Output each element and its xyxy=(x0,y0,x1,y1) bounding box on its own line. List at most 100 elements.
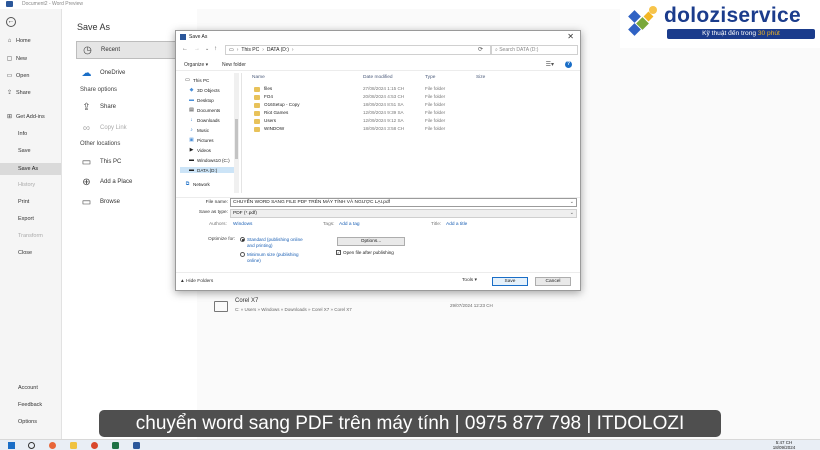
tags-input[interactable]: Add a tag xyxy=(339,222,360,227)
folder-icon xyxy=(254,127,260,132)
chevron-down-icon[interactable]: ⌄ xyxy=(205,46,209,52)
tree-scrollbar[interactable] xyxy=(234,73,239,193)
save-button[interactable]: Save xyxy=(492,277,528,286)
tree-item-network[interactable]: ⧉ Network xyxy=(184,181,210,187)
nav-open[interactable]: ▭ Open xyxy=(6,72,30,80)
new-document-icon: ▢ xyxy=(6,56,13,62)
taskbar-clock[interactable]: 5:47 CH 18/09/2024 xyxy=(764,440,804,450)
close-icon[interactable]: ✕ xyxy=(567,32,574,41)
organize-menu[interactable]: Organize ▾ xyxy=(184,62,208,68)
nav-home[interactable]: ⌂ Home xyxy=(6,38,31,44)
logo-mark-icon xyxy=(628,6,657,36)
breadcrumb-data-d[interactable]: DATA (D:) xyxy=(267,47,289,53)
title-input[interactable]: Add a title xyxy=(446,222,467,227)
chevron-down-icon[interactable]: ⌄ xyxy=(570,199,574,206)
up-arrow-icon[interactable]: ↑ xyxy=(214,46,217,52)
help-icon[interactable]: ? xyxy=(565,61,572,68)
nav-transform[interactable]: Transform xyxy=(18,233,43,239)
authors-label: Authors: xyxy=(209,222,227,227)
tree-item-desktop[interactable]: ▬ Desktop xyxy=(188,97,214,103)
options-button[interactable]: Options... xyxy=(337,237,405,246)
home-icon: ⌂ xyxy=(7,38,12,44)
column-header-date[interactable]: Date modified xyxy=(363,75,393,80)
navigation-tree: ▭ This PC ◆ 3D Objects ▬ Desktop ▤ Documents… xyxy=(180,73,242,193)
word-app-icon xyxy=(180,34,186,40)
optimize-minimum-radio[interactable] xyxy=(240,252,245,257)
view-options-icon[interactable]: ☰▾ xyxy=(546,61,554,68)
folder-icon: ▭ xyxy=(81,196,92,208)
browser-icon[interactable] xyxy=(91,442,98,449)
open-after-publishing-checkbox[interactable]: ✓ xyxy=(336,250,341,255)
cloud-icon: ☁ xyxy=(81,67,92,79)
new-folder-button[interactable]: New folder xyxy=(222,62,246,68)
search-input[interactable]: ⌕ Search DATA (D:) xyxy=(490,45,578,55)
nav-save[interactable]: Save xyxy=(18,148,31,154)
file-row[interactable]: Riot Games 12/09/2024 9:39 SA File folder xyxy=(248,110,578,117)
hide-folders-button[interactable]: ▲ Hide Folders xyxy=(180,279,213,284)
back-arrow-icon[interactable]: ← xyxy=(6,17,16,27)
nav-print[interactable]: Print xyxy=(18,199,29,205)
nav-feedback[interactable]: Feedback xyxy=(18,402,42,408)
file-explorer-icon[interactable] xyxy=(70,442,77,449)
cancel-button[interactable]: Cancel xyxy=(535,277,571,286)
word-icon[interactable] xyxy=(133,442,140,449)
recent-file-row[interactable]: Corel X7 C: » Users » Windows » Download… xyxy=(214,298,574,318)
tree-item-music[interactable]: ♪ Music xyxy=(188,127,209,133)
nav-history[interactable]: History xyxy=(18,182,35,188)
file-row[interactable]: FO4 20/08/2024 4:53 CH File folder xyxy=(248,94,578,101)
music-icon: ♪ xyxy=(190,127,193,133)
start-icon[interactable] xyxy=(8,442,15,449)
nav-account[interactable]: Account xyxy=(18,385,38,391)
file-row[interactable]: files 27/08/2024 1:15 CH File folder xyxy=(248,86,578,93)
recent-file-path: C: » Users » Windows » Downloads » Corel… xyxy=(235,307,352,312)
forward-arrow-icon[interactable]: → xyxy=(194,46,200,52)
nav-save-as[interactable]: Save As xyxy=(0,163,61,175)
breadcrumb-this-pc[interactable]: This PC xyxy=(241,47,259,53)
folder-open-icon: ▭ xyxy=(6,73,13,79)
page-title: Save As xyxy=(77,22,111,32)
file-name-input[interactable]: CHUYỂN WORD SANG FILE PDF TRÊN MÁY TÍNH … xyxy=(230,198,577,207)
nav-export[interactable]: Export xyxy=(18,216,34,222)
scrollbar-thumb[interactable] xyxy=(235,119,238,159)
address-bar[interactable]: ▭ › This PC › DATA (D:) › xyxy=(225,45,492,55)
link-icon: ∞ xyxy=(82,122,91,134)
save-as-type-select[interactable]: PDF (*.pdf) ⌄ xyxy=(230,209,577,218)
chrome-icon[interactable] xyxy=(49,442,56,449)
authors-value[interactable]: Windows xyxy=(233,222,252,227)
tree-item-3d-objects[interactable]: ◆ 3D Objects xyxy=(188,87,220,93)
optimize-standard-radio[interactable] xyxy=(240,237,245,242)
tree-item-this-pc[interactable]: ▭ This PC xyxy=(184,77,209,83)
optimize-standard-label[interactable]: Standard (publishing online and printing… xyxy=(247,237,307,248)
search-icon[interactable] xyxy=(28,442,35,449)
nav-new[interactable]: ▢ New xyxy=(6,55,27,63)
column-header-type[interactable]: Type xyxy=(425,75,435,80)
column-header-size[interactable]: Size xyxy=(476,75,485,80)
tools-menu[interactable]: Tools ▾ xyxy=(462,278,477,283)
open-after-publishing-label[interactable]: Open file after publishing xyxy=(343,250,394,256)
column-header-name[interactable]: Name xyxy=(252,75,265,80)
nav-close[interactable]: Close xyxy=(18,250,32,256)
tree-item-documents[interactable]: ▤ Documents xyxy=(188,107,220,113)
tree-item-windows10-c[interactable]: ▬ Windows10 (C:) xyxy=(188,157,230,163)
tree-item-downloads[interactable]: ↓ Downloads xyxy=(188,117,219,123)
file-row[interactable]: O16Setup - Copy 18/09/2024 8:51 SA File fo… xyxy=(248,102,578,109)
optimize-minimum-label[interactable]: Minimum size (publishing online) xyxy=(247,252,307,263)
video-icon: ▶ xyxy=(189,147,194,153)
logo-brand-text: doloziservice xyxy=(664,4,801,27)
tree-item-data-d[interactable]: ▬ DATA (D:) xyxy=(180,167,237,173)
excel-icon[interactable] xyxy=(112,442,119,449)
nav-share[interactable]: ⇪ Share xyxy=(6,89,31,97)
file-row[interactable]: WINDOW 18/09/2024 3:58 CH File folder xyxy=(248,126,578,133)
nav-info[interactable]: Info xyxy=(18,131,27,137)
nav-get-addins[interactable]: ⊞ Get Add-ins xyxy=(6,113,45,121)
file-row[interactable]: Users 12/09/2024 9:12 SA File folder xyxy=(248,118,578,125)
tree-item-pictures[interactable]: ▣ Pictures xyxy=(188,137,213,143)
computer-icon: ▭ xyxy=(81,156,92,168)
globe-icon: ⊕ xyxy=(82,176,91,188)
tree-item-videos[interactable]: ▶ Videos xyxy=(188,147,211,153)
back-arrow-icon[interactable]: ← xyxy=(182,46,188,52)
save-as-type-label: Save as type: xyxy=(198,210,228,215)
download-icon: ↓ xyxy=(190,117,193,123)
refresh-icon[interactable]: ⟳ xyxy=(478,46,483,53)
nav-options[interactable]: Options xyxy=(18,419,37,425)
